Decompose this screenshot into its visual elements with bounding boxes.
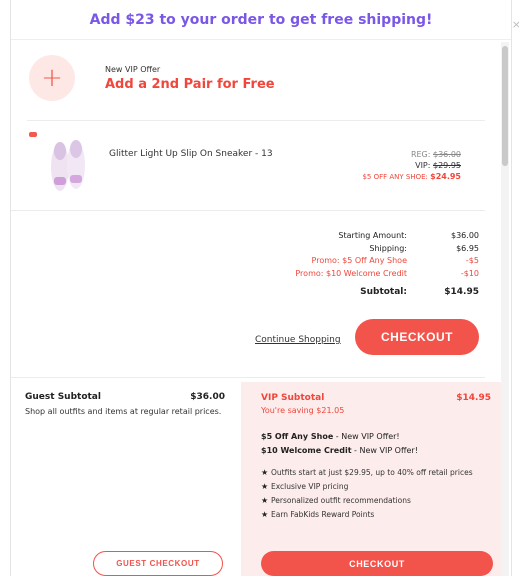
vip-benefits-list: ★ Outfits start at just $29.95, up to 40%… [261,466,491,522]
divider [27,120,485,121]
list-item: ★ Exclusive VIP pricing [261,480,491,494]
scrollbar-thumb[interactable] [502,46,508,166]
vip-subtotal-amount: $14.95 [456,393,491,403]
list-item: ★ Personalized outfit recommendations [261,494,491,508]
star-icon: ★ [261,496,269,505]
star-icon: ★ [261,468,269,477]
promo-price: $24.95 [430,172,461,181]
vip-offer-title[interactable]: Add a 2nd Pair for Free [105,77,275,92]
vip-price: $29.95 [433,161,461,170]
guest-subtotal-desc: Shop all outfits and items at regular re… [25,407,222,416]
total-row-promo: Promo: $10 Welcome Credit -$10 [295,268,479,278]
vip-subtotal-section: VIP Subtotal $14.95 You're saving $21.05… [241,382,505,576]
continue-shopping-link[interactable]: Continue Shopping [255,335,341,345]
free-shipping-banner: Add $23 to your order to get free shippi… [11,0,511,40]
promo-label: $5 OFF ANY SHOE: [362,173,428,181]
plus-icon[interactable]: + [29,55,75,101]
guest-checkout-button[interactable]: GUEST CHECKOUT [93,551,223,576]
guest-subtotal-section: Guest Subtotal $36.00 Shop all outfits a… [25,392,225,418]
list-item: ★ Outfits start at just $29.95, up to 40%… [261,466,491,480]
star-icon: ★ [261,482,269,491]
guest-subtotal-amount: $36.00 [190,392,225,402]
vip-offer-add-pair[interactable]: + New VIP Offer Add a 2nd Pair for Free [29,55,275,101]
vip-offer-line: $5 Off Any Shoe - New VIP Offer! [261,432,400,441]
vip-saving: You're saving $21.05 [261,406,345,415]
cart-item: Glitter Light Up Slip On Sneaker - 13 RE… [27,125,485,205]
order-totals: Starting Amount: $36.00 Shipping: $6.95 Pr… [295,230,479,300]
item-name[interactable]: Glitter Light Up Slip On Sneaker - 13 [109,149,273,159]
vip-label: VIP: [415,161,431,170]
item-prices: REG: $36.00 VIP: $29.95 $5 OFF ANY SHOE:… [362,149,461,183]
vip-checkout-button[interactable]: CHECKOUT [261,551,493,576]
vip-offer-line: $10 Welcome Credit - New VIP Offer! [261,446,418,455]
total-row-promo: Promo: $5 Off Any Shoe -$5 [311,256,479,265]
divider [11,210,485,211]
reg-label: REG: [410,150,431,159]
close-icon[interactable]: × [512,18,519,31]
vip-offer-label: New VIP Offer [105,64,161,74]
vip-subtotal-title: VIP Subtotal [261,393,325,403]
divider [11,377,485,378]
total-row: Shipping: $6.95 [369,243,479,253]
subtotal-row: Subtotal: $14.95 [360,287,479,297]
item-badge [29,132,37,137]
guest-subtotal-title: Guest Subtotal [25,392,101,402]
scrollbar[interactable] [501,42,509,576]
cart-panel: Add $23 to your order to get free shippi… [10,0,512,576]
total-row: Starting Amount: $36.00 [338,231,479,240]
checkout-button[interactable]: CHECKOUT [355,319,479,355]
list-item: ★ Earn FabKids Reward Points [261,508,491,522]
reg-price: $36.00 [433,150,461,159]
sneaker-product-image[interactable] [41,133,93,195]
vip-offer-text: New VIP Offer Add a 2nd Pair for Free [105,65,275,92]
star-icon: ★ [261,510,269,519]
